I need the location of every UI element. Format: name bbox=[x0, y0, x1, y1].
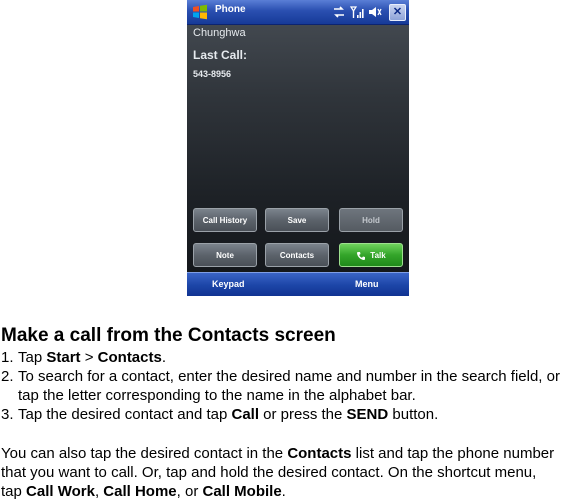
additional-info-paragraph: You can also tap the desired contact in … bbox=[1, 445, 555, 500]
menu-softkey[interactable]: Menu bbox=[355, 279, 379, 289]
phone-handset-icon bbox=[357, 251, 366, 260]
step-text: Tap Start > Contacts. bbox=[18, 349, 167, 366]
title-bar: Phone ✕ bbox=[187, 0, 409, 25]
note-button[interactable]: Note bbox=[193, 243, 257, 267]
contacts-button[interactable]: Contacts bbox=[265, 243, 329, 267]
last-call-label: Last Call: bbox=[193, 48, 248, 62]
windows-logo-icon[interactable] bbox=[192, 4, 208, 20]
step-text: To search for a contact, enter the desir… bbox=[18, 368, 560, 404]
step-number: 3. bbox=[1, 406, 14, 423]
section-heading: Make a call from the Contacts screen bbox=[1, 325, 336, 346]
talk-button[interactable]: Talk bbox=[339, 243, 403, 267]
contact-name: Chunghwa bbox=[193, 27, 246, 39]
step-text: Tap the desired contact and tap Call or … bbox=[18, 406, 439, 423]
softkey-bar: Keypad Menu bbox=[187, 272, 409, 296]
keypad-softkey[interactable]: Keypad bbox=[212, 279, 245, 289]
list-item: 1. Tap Start > Contacts. bbox=[1, 348, 562, 367]
last-call-number: 543-8956 bbox=[193, 69, 232, 79]
steps-list: 1. Tap Start > Contacts. 2. To search fo… bbox=[1, 348, 562, 424]
list-item: 3. Tap the desired contact and tap Call … bbox=[1, 405, 562, 424]
save-button[interactable]: Save bbox=[265, 208, 329, 232]
close-button[interactable]: ✕ bbox=[389, 4, 406, 21]
app-title: Phone bbox=[215, 4, 246, 15]
talk-label: Talk bbox=[370, 251, 386, 260]
phone-screen bbox=[187, 25, 409, 272]
call-history-button[interactable]: Call History bbox=[193, 208, 257, 232]
step-number: 2. bbox=[1, 368, 14, 385]
hold-button[interactable]: Hold bbox=[339, 208, 403, 232]
connectivity-icon[interactable] bbox=[332, 5, 346, 19]
phone-screenshot: Phone ✕ Chunghwa Last Call: 543-8956 Cal… bbox=[187, 0, 409, 296]
volume-icon[interactable] bbox=[368, 5, 382, 19]
list-item: 2. To search for a contact, enter the de… bbox=[1, 367, 562, 405]
signal-strength-icon[interactable] bbox=[350, 5, 364, 19]
step-number: 1. bbox=[1, 349, 14, 366]
